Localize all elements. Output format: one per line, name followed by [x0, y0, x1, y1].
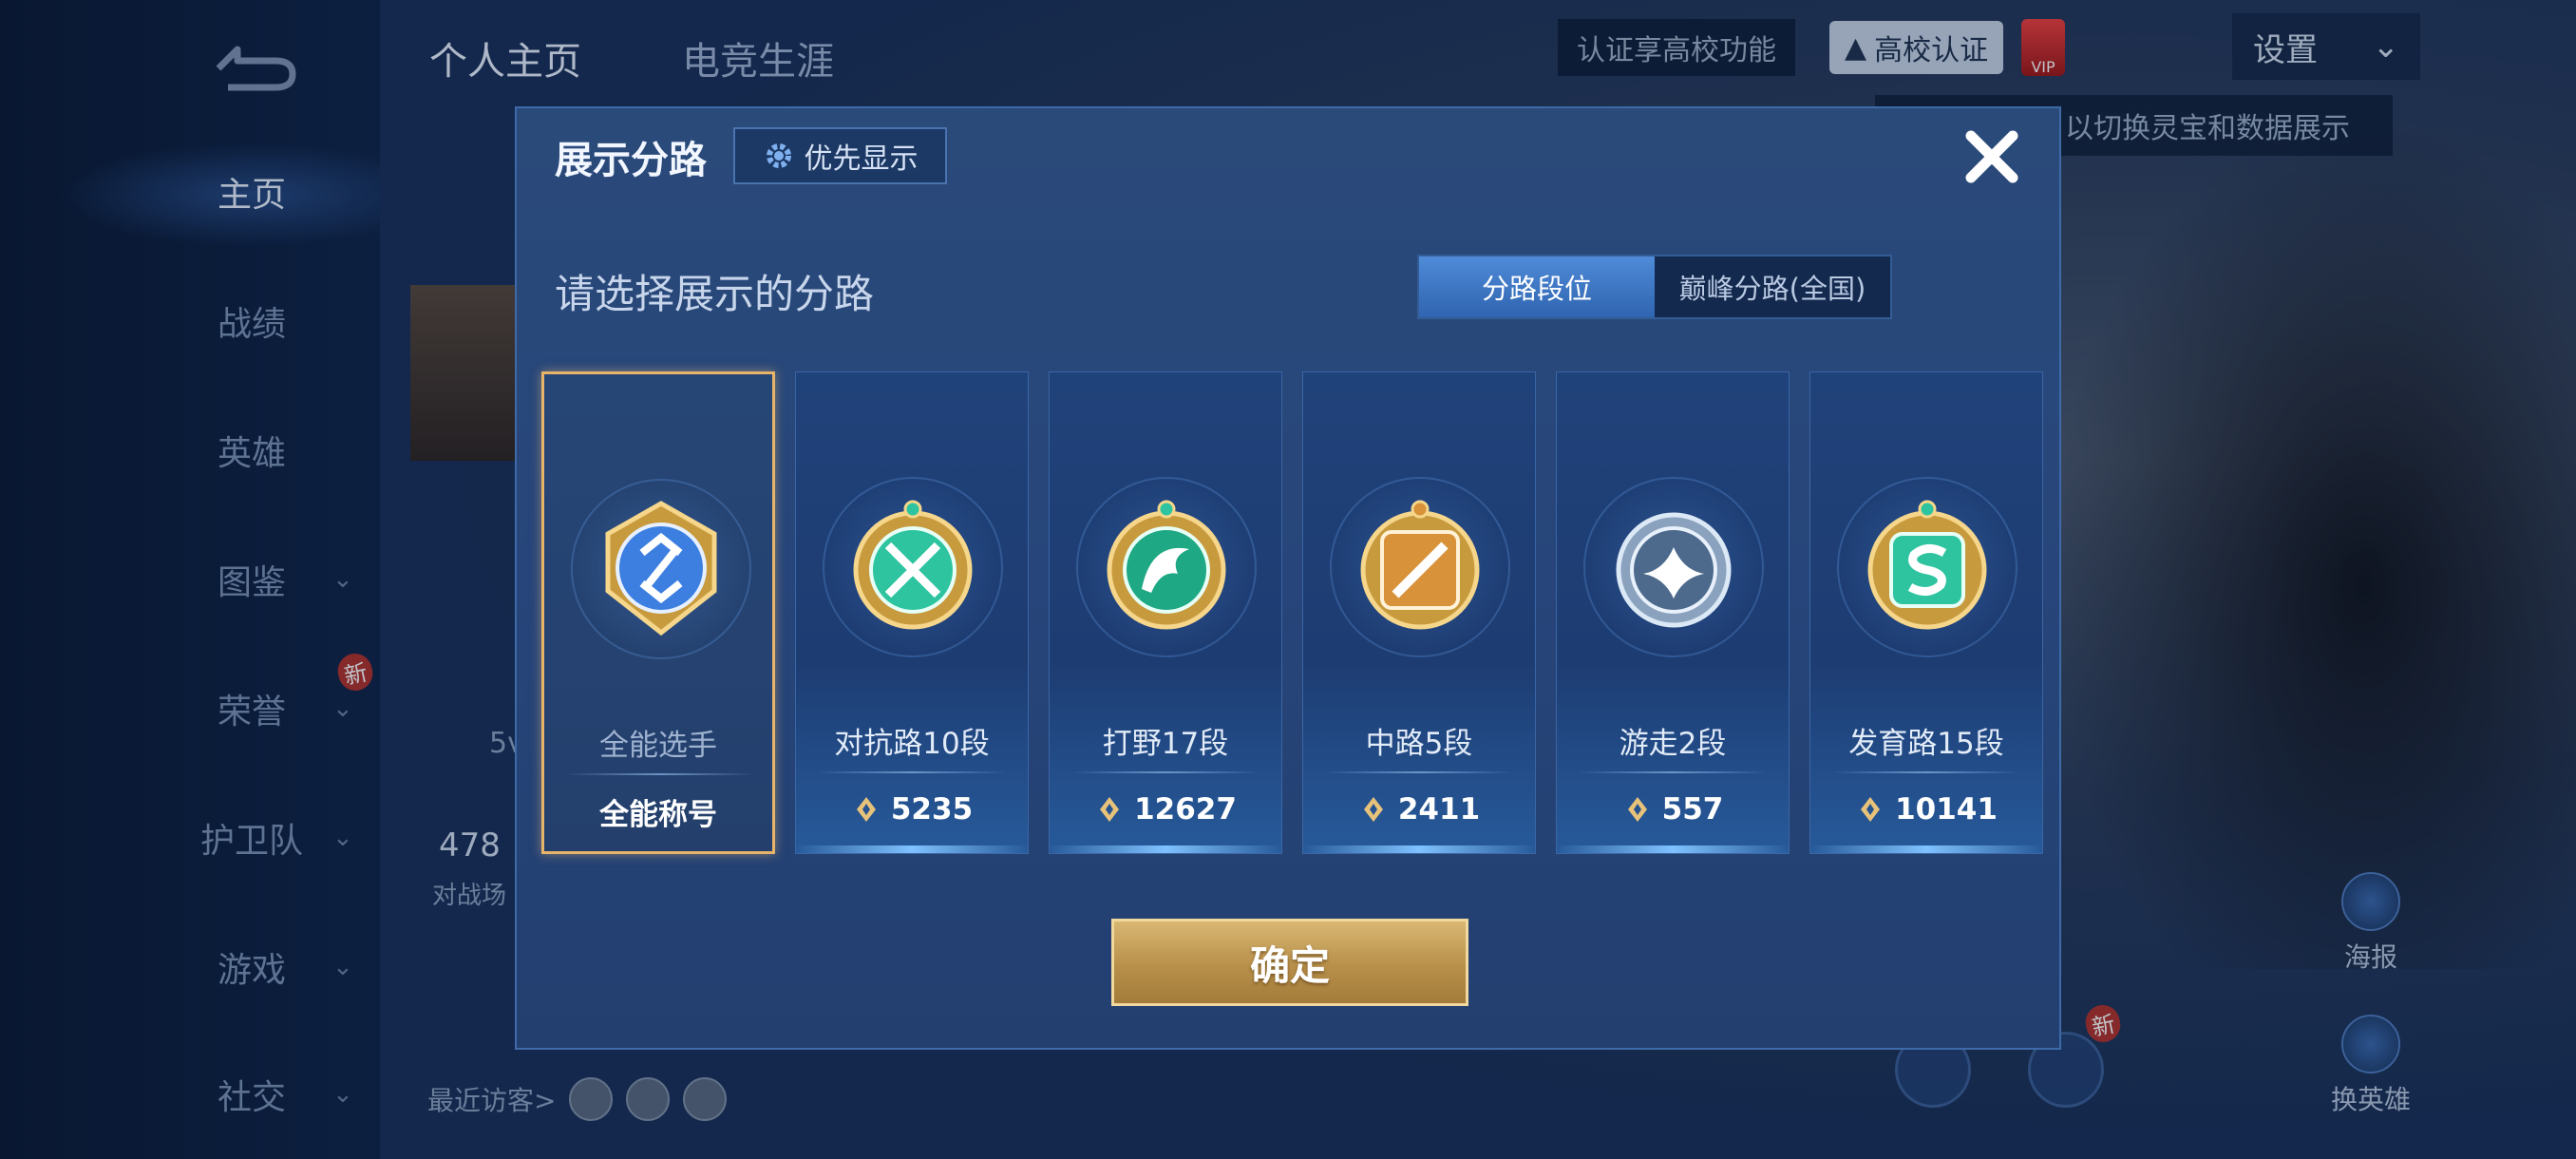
- lane-score: 557: [1557, 788, 1789, 830]
- peak-points-icon: [1627, 797, 1647, 822]
- lane-card-all-round[interactable]: 全能选手 全能称号: [541, 371, 775, 854]
- score-value: 10141: [1895, 792, 1998, 826]
- lane-score: 2411: [1303, 788, 1535, 830]
- confirm-button[interactable]: 确定: [1111, 919, 1468, 1006]
- score-value: 全能称号: [599, 797, 717, 832]
- lane-card-roam[interactable]: 游走2段 557: [1556, 371, 1790, 854]
- toggle-peak-lane[interactable]: 巅峰分路(全国): [1655, 256, 1890, 317]
- lane-name: 打野17段: [1102, 727, 1229, 761]
- priority-display-button[interactable]: 优先显示: [733, 127, 947, 184]
- lane-name: 中路5段: [1365, 727, 1473, 761]
- peak-points-icon: [1100, 797, 1120, 822]
- divider: [1831, 771, 2021, 773]
- divider: [565, 773, 755, 775]
- mid-lane-emblem-icon: [1360, 500, 1480, 630]
- all-round-emblem-icon: [605, 501, 717, 636]
- priority-display-label: 优先显示: [804, 142, 919, 176]
- roam-emblem-icon: [1616, 512, 1732, 628]
- lane-score: 全能称号: [544, 790, 772, 832]
- peak-points-icon: [856, 797, 876, 822]
- lane-score: 12627: [1050, 788, 1281, 830]
- lane-mode-toggle: 分路段位 巅峰分路(全国): [1417, 255, 1892, 319]
- card-glow: [1557, 846, 1789, 853]
- lane-card-mid[interactable]: 中路5段 2411: [1302, 371, 1536, 854]
- clash-lane-emblem-icon: [853, 500, 973, 630]
- lane-score: 10141: [1810, 788, 2042, 830]
- divider: [817, 771, 1007, 773]
- dialog-subtitle: 请选择展示的分路: [555, 271, 875, 317]
- close-icon: [1965, 130, 2018, 183]
- dialog-title: 展示分路: [555, 139, 707, 182]
- lane-score: 5235: [796, 788, 1028, 830]
- peak-points-icon: [1861, 797, 1881, 822]
- lane-name: 发育路15段: [1848, 727, 2004, 761]
- close-button[interactable]: [1957, 122, 2027, 192]
- jungle-emblem-icon: [1107, 500, 1226, 630]
- card-glow: [1810, 846, 2042, 853]
- score-value: 5235: [890, 792, 974, 826]
- divider: [1324, 771, 1514, 773]
- divider: [1070, 771, 1260, 773]
- lane-card-farm[interactable]: 发育路15段 10141: [1809, 371, 2043, 854]
- lane-name: 对抗路10段: [834, 727, 990, 761]
- lane-card-jungle[interactable]: 打野17段 12627: [1049, 371, 1282, 854]
- gear-icon: [766, 143, 791, 168]
- lane-name: 全能选手: [599, 729, 717, 763]
- card-glow: [796, 846, 1028, 853]
- score-value: 557: [1661, 792, 1724, 826]
- farm-lane-emblem-icon: [1867, 500, 1987, 630]
- lane-display-dialog: 展示分路 优先显示 请选择展示的分路 分路段位 巅峰分路(全国) 全能选手 全能…: [515, 106, 2061, 1050]
- peak-points-icon: [1363, 797, 1383, 822]
- card-glow: [1303, 846, 1535, 853]
- lane-card-list: 全能选手 全能称号 对抗路10段 5235 打野17段 12627 中路5段 2…: [541, 371, 2043, 858]
- toggle-lane-rank[interactable]: 分路段位: [1419, 256, 1655, 317]
- divider: [1578, 771, 1768, 773]
- score-value: 2411: [1397, 792, 1481, 826]
- lane-name: 游走2段: [1619, 727, 1727, 761]
- lane-card-clash[interactable]: 对抗路10段 5235: [795, 371, 1029, 854]
- score-value: 12627: [1134, 792, 1237, 826]
- card-glow: [1050, 846, 1281, 853]
